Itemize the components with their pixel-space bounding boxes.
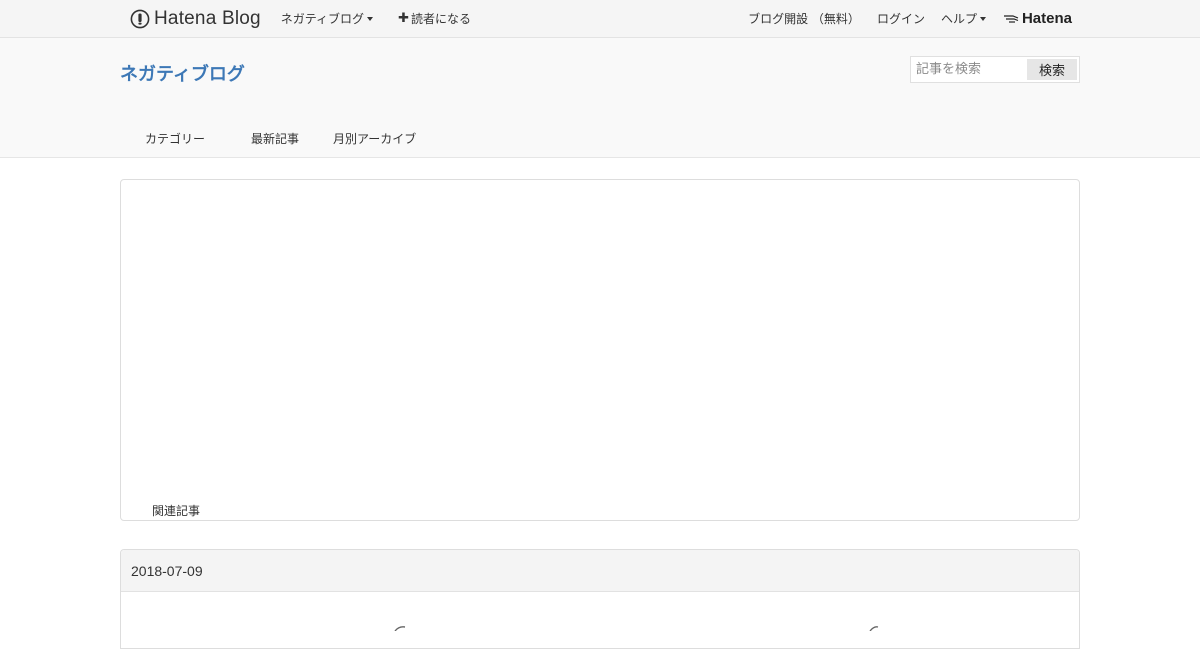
entry-article: 2018-07-09 [120, 549, 1080, 649]
subscribe-button[interactable]: ✚ 読者になる [398, 10, 471, 27]
caret-down-icon [367, 17, 374, 21]
blog-menu-dropdown[interactable]: ネガティブログ [280, 10, 374, 27]
nav-item-monthly-archive[interactable]: 月別アーカイブ [333, 130, 416, 150]
search-button[interactable]: 検索 [1027, 59, 1077, 80]
global-header-right: ブログ開設 （無料） ログイン ヘルプ Hatena [748, 10, 1080, 27]
blog-header: ネガティブログ 検索 カテゴリー 最新記事 月別アーカイブ [0, 38, 1200, 158]
hatena-logo-link[interactable]: Hatena [1003, 10, 1072, 27]
global-header-inner: Hatena Blog ネガティブログ ✚ 読者になる ブログ開設 （無料） ロ… [120, 0, 1080, 37]
entry-title-glyph-fragment [394, 626, 406, 631]
caret-down-icon [979, 17, 986, 21]
help-label: ヘルプ [940, 12, 977, 26]
hatena-logo-text: Hatena [1021, 10, 1072, 27]
open-blog-link[interactable]: ブログ開設 （無料） [748, 10, 860, 27]
login-link[interactable]: ログイン [877, 10, 925, 27]
subscribe-label: 読者になる [410, 12, 471, 26]
hatena-blog-logo-icon [130, 9, 150, 28]
hatena-bird-icon [1003, 14, 1019, 23]
blog-title[interactable]: ネガティブログ [120, 60, 245, 86]
nav-item-recent-entries[interactable]: 最新記事 [251, 130, 299, 150]
search-form: 検索 [910, 56, 1080, 83]
ad-area: 関連記事 [120, 179, 1080, 521]
blog-menu-label: ネガティブログ [280, 12, 365, 26]
related-entries-label: 関連記事 [152, 504, 201, 518]
help-dropdown[interactable]: ヘルプ [941, 10, 986, 27]
global-header-bar: Hatena Blog ネガティブログ ✚ 読者になる ブログ開設 （無料） ロ… [0, 0, 1200, 38]
hatena-blog-logo-text: Hatena Blog [154, 7, 261, 29]
entry-title-glyph-fragment [869, 626, 879, 631]
nav-item-category[interactable]: カテゴリー [145, 130, 205, 150]
entry-date-header: 2018-07-09 [121, 550, 1079, 592]
search-input[interactable] [911, 57, 1027, 82]
hatena-blog-logo[interactable]: Hatena Blog [130, 8, 261, 30]
entry-date[interactable]: 2018-07-09 [131, 563, 203, 579]
plus-icon: ✚ [398, 11, 409, 26]
blog-nav: カテゴリー 最新記事 月別アーカイブ [120, 130, 416, 150]
